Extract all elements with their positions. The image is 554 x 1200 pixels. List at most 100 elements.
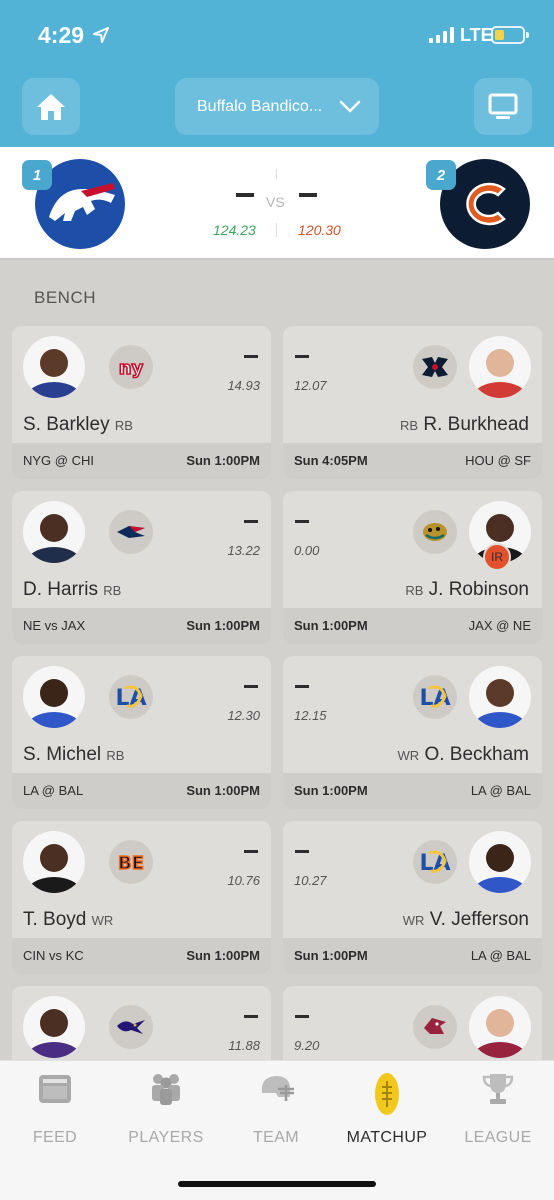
player-projected: 9.20	[294, 1038, 320, 1053]
football-icon	[375, 1073, 399, 1115]
player-name: J. Robinson	[428, 579, 529, 600]
home-seed-badge: 1	[22, 160, 52, 190]
rams-logo-icon: LA	[413, 840, 457, 884]
svg-text:BE: BE	[118, 853, 144, 874]
away-projected-score: 120.30	[298, 222, 341, 238]
home-indicator	[178, 1181, 376, 1187]
player-card[interactable]: LA 12.30 S. Michel RB LA @ BAL Sun 1:00PM	[12, 656, 271, 809]
vs-label: VS	[266, 194, 285, 210]
player-points	[295, 850, 309, 853]
tab-matchup[interactable]: MATCHUP	[332, 1061, 442, 1161]
game-matchup: CIN vs KC	[23, 948, 84, 963]
player-position: RB	[106, 748, 125, 763]
player-projected: 14.93	[227, 378, 260, 393]
tab-team[interactable]: TEAM	[221, 1061, 331, 1161]
player-position: RB	[114, 418, 133, 433]
player-projected: 10.76	[227, 873, 260, 888]
helmet-icon	[261, 1076, 294, 1101]
player-points	[295, 1015, 309, 1018]
home-icon	[37, 93, 65, 120]
player-projected: 12.15	[294, 708, 327, 723]
player-name: D. Harris	[23, 579, 98, 600]
player-headshot	[469, 666, 531, 728]
game-time: Sun 4:05PM	[294, 453, 368, 468]
player-points	[244, 850, 258, 853]
signal-icon	[429, 27, 454, 43]
player-headshot	[469, 996, 531, 1058]
player-headshot	[23, 996, 85, 1058]
player-name: V. Jefferson	[429, 909, 529, 930]
game-matchup: NE vs JAX	[23, 618, 86, 633]
chevron-down-icon	[339, 100, 361, 113]
away-score	[299, 193, 317, 197]
player-card[interactable]: LA 10.27 WR V. Jefferson Sun 1:00PM LA @ …	[283, 821, 542, 974]
player-headshot	[23, 666, 85, 728]
player-points	[295, 520, 309, 523]
bottom-tab-bar: FEED PLAYERS TEAM MATCHUP LEAGUE	[0, 1060, 554, 1200]
texans-logo-icon	[413, 345, 457, 389]
rams-logo-icon: LA	[413, 675, 457, 719]
player-projected: 12.30	[227, 708, 260, 723]
player-projected: 13.22	[227, 543, 260, 558]
player-points	[244, 685, 258, 688]
player-card[interactable]: 13.22 D. Harris RB NE vs JAX Sun 1:00PM	[12, 491, 271, 644]
player-headshot	[469, 336, 531, 398]
player-points	[244, 1015, 258, 1018]
player-position: WR	[91, 913, 114, 928]
player-points	[244, 355, 258, 358]
player-points	[295, 685, 309, 688]
player-position: RB	[400, 418, 419, 433]
player-headshot	[23, 336, 85, 398]
tab-label: MATCHUP	[346, 1129, 428, 1146]
game-matchup: JAX @ NE	[468, 618, 531, 633]
player-headshot	[469, 831, 531, 893]
player-projected: 12.07	[294, 378, 327, 393]
location-arrow-icon	[93, 27, 109, 43]
feed-icon	[39, 1075, 71, 1103]
player-position: RB	[405, 583, 424, 598]
rams-logo-icon: LA	[109, 675, 153, 719]
player-card[interactable]: ny 14.93 S. Barkley RB NYG @ CHI Sun 1:00…	[12, 326, 271, 479]
tv-mode-button[interactable]	[474, 78, 532, 135]
game-time: Sun 1:00PM	[186, 618, 260, 633]
player-projected: 11.88	[228, 1038, 260, 1053]
player-card[interactable]: IR 0.00 RB J. Robinson Sun 1:00PM JAX @ N…	[283, 491, 542, 644]
tab-feed[interactable]: FEED	[0, 1061, 110, 1161]
player-position: WR	[402, 913, 425, 928]
player-name: S. Barkley	[23, 414, 110, 435]
tab-league[interactable]: LEAGUE	[443, 1061, 553, 1161]
player-points	[244, 520, 258, 523]
svg-text:ny: ny	[119, 358, 144, 379]
tab-label: PLAYERS	[128, 1129, 204, 1146]
app-header: 4:29 LTE Buffalo Bandico...	[0, 0, 554, 147]
player-card[interactable]: LA 12.15 WR O. Beckham Sun 1:00PM LA @ BA…	[283, 656, 542, 809]
battery-icon	[491, 26, 525, 44]
jaguars-logo-icon	[413, 510, 457, 554]
tab-label: LEAGUE	[464, 1129, 532, 1146]
game-time: Sun 1:00PM	[186, 783, 260, 798]
ravens-logo-icon	[109, 1005, 153, 1049]
game-time: Sun 1:00PM	[294, 948, 368, 963]
home-projected-score: 124.23	[213, 222, 256, 238]
cardinals-logo-icon	[413, 1005, 457, 1049]
game-time: Sun 1:00PM	[186, 948, 260, 963]
player-projected: 10.27	[294, 873, 327, 888]
home-button[interactable]	[22, 78, 80, 135]
status-time: 4:29	[38, 22, 85, 48]
injury-status-badge: IR	[483, 543, 511, 571]
game-matchup: LA @ BAL	[470, 948, 531, 963]
network-label: LTE	[460, 25, 493, 45]
section-heading-bench: BENCH	[34, 288, 97, 307]
player-name: O. Beckham	[424, 744, 529, 765]
tab-players[interactable]: PLAYERS	[111, 1061, 221, 1161]
game-matchup: LA @ BAL	[23, 783, 84, 798]
patriots-logo-icon	[109, 510, 153, 554]
league-selector[interactable]: Buffalo Bandico...	[175, 78, 379, 135]
player-card[interactable]: BE 10.76 T. Boyd WR CIN vs KC Sun 1:00PM	[12, 821, 271, 974]
player-card[interactable]: 12.07 RB R. Burkhead Sun 4:05PM HOU @ SF	[283, 326, 542, 479]
tab-label: FEED	[32, 1129, 78, 1146]
league-name: Buffalo Bandico...	[197, 97, 323, 115]
players-icon	[152, 1074, 180, 1105]
player-headshot	[23, 831, 85, 893]
giants-logo-icon: ny	[109, 345, 153, 389]
